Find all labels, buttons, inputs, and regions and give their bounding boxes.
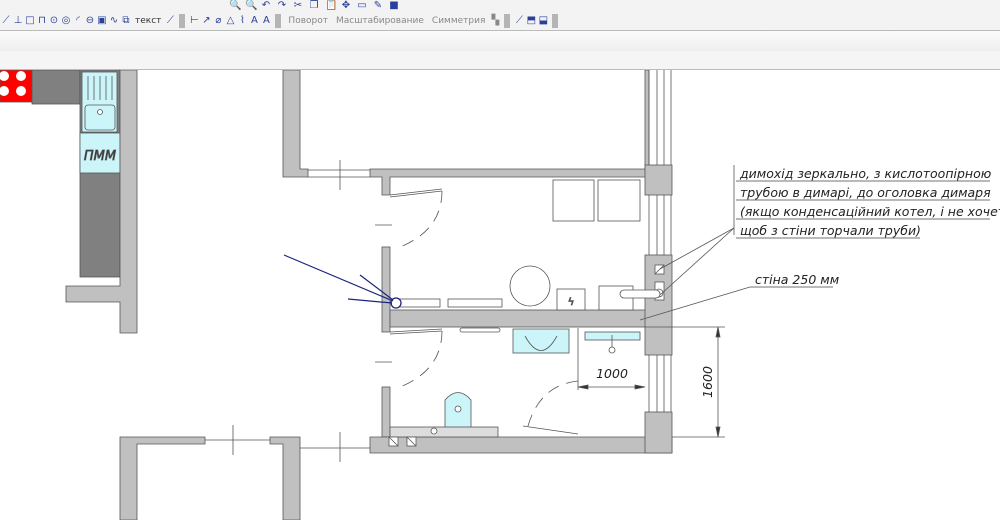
drawing-canvas[interactable]: ПММ ϟ 1000 1600 димохід зеркально, з кис… (0, 70, 1000, 520)
leader-icon[interactable]: ⌇ (237, 16, 247, 26)
mirror-button[interactable]: Симметрия (432, 16, 485, 26)
polyline-icon[interactable]: ⊓ (37, 16, 47, 26)
window (648, 70, 672, 412)
appliance-label: ПММ (84, 149, 116, 164)
angle-dimension-icon[interactable]: △ (225, 16, 235, 26)
text-format-icon[interactable]: A (261, 16, 271, 26)
properties-icon[interactable]: ✎ (373, 1, 383, 11)
mirror-icon[interactable]: ▚ (490, 16, 500, 26)
copy-icon[interactable]: ❐ (309, 1, 319, 11)
washbasin (584, 331, 641, 341)
dimension-width (577, 384, 646, 390)
wall (381, 246, 391, 333)
line-icon[interactable]: ⟋ (1, 16, 11, 26)
trim-line-icon[interactable]: ⟋ (165, 16, 175, 26)
layer-down-icon[interactable]: ⬓ (538, 16, 548, 26)
circle-tangent-icon[interactable]: ◎ (61, 16, 71, 26)
round-table (509, 265, 551, 307)
wall (644, 411, 673, 454)
arrows (283, 254, 394, 304)
rectangle-icon[interactable]: □ (25, 16, 35, 26)
trim-icon[interactable]: ⟋ (514, 16, 524, 26)
rotate-button[interactable]: Поворот (288, 16, 328, 26)
arc-icon[interactable]: ◜ (73, 16, 83, 26)
wall (282, 70, 309, 178)
dimension-height-label: 1600 (700, 366, 715, 398)
window-icon[interactable]: ▭ (357, 1, 367, 11)
perpendicular-icon[interactable]: ⊥ (13, 16, 23, 26)
paste-icon[interactable]: 📋 (325, 1, 337, 11)
toolbar-main: ⟋ ⊥ □ ⊓ ⊙ ◎ ◜ ⊖ ▣ ∿ ⧉ текст ⟋ ⊢ ↗ ⌀ △ ⌇ A A Поворот Масш… (0, 12, 1000, 30)
undo-icon[interactable]: ↶ (261, 1, 271, 11)
linear-dimension-icon[interactable]: ⊢ (189, 16, 199, 26)
svg-text:(якщо конденсаційний котел, і: (якщо конденсаційний котел, і не хочете (740, 204, 1000, 219)
note-flue: димохід зеркально, з кислотоопірною труб… (736, 166, 1000, 239)
wall (381, 386, 391, 438)
wall (389, 309, 671, 328)
scale-button[interactable]: Масштабирование (336, 16, 424, 26)
pan-icon[interactable]: ✥ (341, 1, 351, 11)
redo-icon[interactable]: ↷ (277, 1, 287, 11)
cabinet (552, 179, 595, 222)
copy-object-icon[interactable]: ⧉ (121, 16, 131, 26)
spline-icon[interactable]: ∿ (109, 16, 119, 26)
cut-icon[interactable]: ✂ (293, 1, 303, 11)
wall (644, 164, 673, 196)
toolbar-grip[interactable] (275, 14, 282, 28)
svg-text:димохід зеркально, з кислотооп: димохід зеркально, з кислотоопірною (739, 166, 991, 181)
zoom-in-icon[interactable]: 🔍 (245, 1, 257, 11)
region-icon[interactable]: ▣ (97, 16, 107, 26)
save-icon[interactable]: ■ (389, 1, 399, 11)
ellipse-icon[interactable]: ⊖ (85, 16, 95, 26)
text-style-icon[interactable]: A (249, 16, 259, 26)
toolbar-grip[interactable] (552, 14, 559, 28)
drawing-tab-bar (0, 51, 1000, 70)
wall (269, 436, 301, 520)
cabinet (597, 179, 641, 222)
diameter-dimension-icon[interactable]: ⌀ (213, 16, 223, 26)
wall (119, 436, 206, 520)
layer-up-icon[interactable]: ⬒ (526, 16, 536, 26)
toolbar-empty (0, 30, 1000, 52)
circle-icon[interactable]: ⊙ (49, 16, 59, 26)
svg-text:трубою в димарі, до оголовка д: трубою в димарі, до оголовка димаря (740, 185, 991, 200)
text-tool-button[interactable]: текст (135, 16, 161, 26)
zoom-out-icon[interactable]: 🔍 (229, 1, 241, 11)
toolbar-top: 🔍 🔍 ↶ ↷ ✂ ❐ 📋 ✥ ▭ ✎ ■ (0, 0, 1000, 12)
kitchen-counter (31, 70, 81, 105)
note-wall: стіна 250 мм (755, 272, 839, 287)
dimension-width-label: 1000 (596, 366, 628, 381)
svg-text:щоб з стіни торчали труби): щоб з стіни торчали труби) (740, 223, 921, 238)
wall (644, 70, 650, 171)
svg-text:ϟ: ϟ (568, 297, 575, 308)
toolbar-grip[interactable] (504, 14, 511, 28)
toolbar-grip[interactable] (179, 14, 186, 28)
radial-dimension-icon[interactable]: ↗ (201, 16, 211, 26)
